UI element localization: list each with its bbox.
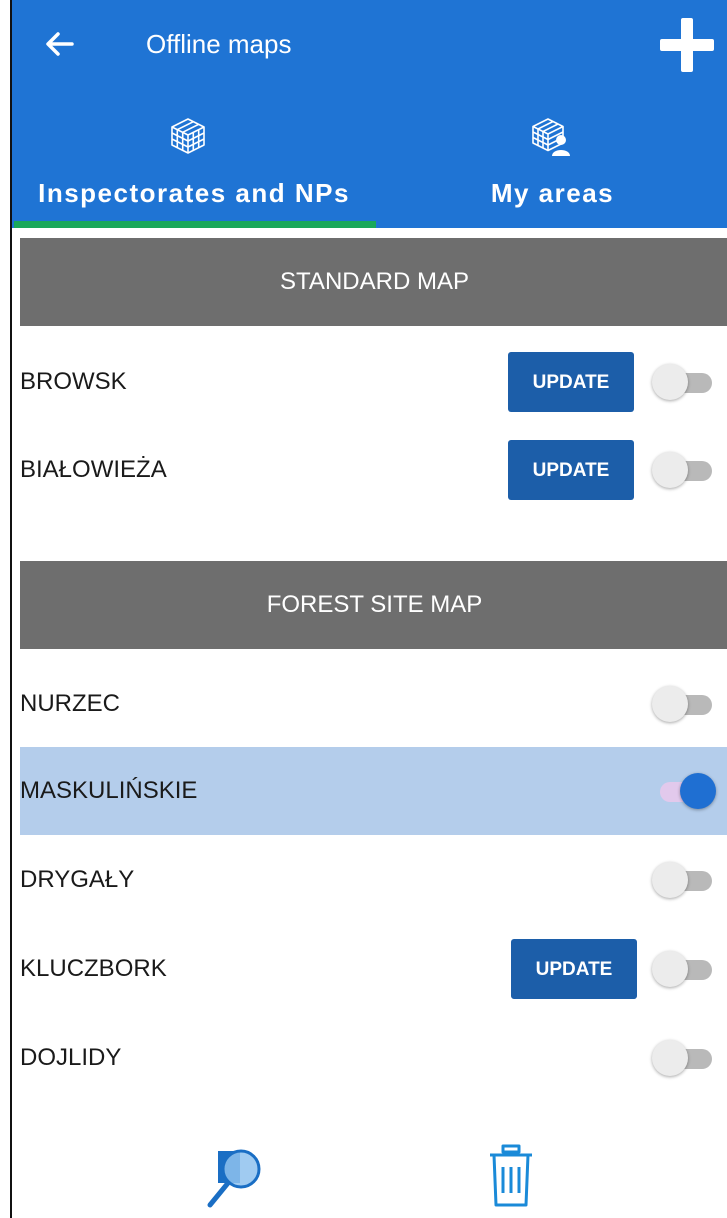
map-toggle[interactable] [652, 1040, 716, 1076]
update-button[interactable]: UPDATE [508, 440, 634, 500]
section-header-forest: FOREST SITE MAP [20, 561, 727, 649]
tab-label: My areas [490, 178, 615, 208]
trash-icon[interactable] [486, 1143, 536, 1209]
section-header-standard: STANDARD MAP [20, 238, 727, 326]
screen: Offline maps Inspectorates and NPs My ar… [10, 0, 727, 1218]
map-name: MASKULIŃSKIE [20, 777, 198, 804]
app-bar: Offline maps Inspectorates and NPs My ar… [12, 0, 727, 228]
tab-indicator [14, 221, 376, 228]
cube-grid-icon [171, 118, 205, 154]
list-item: DRYGAŁY [20, 836, 727, 924]
map-toggle[interactable] [652, 686, 716, 722]
list-item: NURZEC [20, 660, 727, 748]
list-item: BROWSK UPDATE [20, 338, 727, 426]
tab-inspectorates[interactable]: Inspectorates and NPs [12, 100, 376, 228]
list-item: KLUCZBORK UPDATE [20, 925, 727, 1013]
map-name: KLUCZBORK [20, 955, 167, 982]
update-button[interactable]: UPDATE [511, 939, 637, 999]
map-name: NURZEC [20, 690, 120, 717]
list-item: DOJLIDY [20, 1014, 727, 1102]
list-item[interactable]: MASKULIŃSKIE [20, 747, 727, 835]
cube-grid-person-icon [532, 118, 570, 156]
list-item: BIAŁOWIEŻA UPDATE [20, 426, 727, 514]
map-toggle[interactable] [652, 452, 716, 488]
arrow-left-icon[interactable] [42, 26, 78, 62]
update-button[interactable]: UPDATE [508, 352, 634, 412]
map-toggle[interactable] [652, 364, 716, 400]
plus-icon[interactable] [656, 14, 718, 76]
map-search-icon[interactable] [206, 1145, 266, 1209]
map-name: BIAŁOWIEŻA [20, 456, 167, 483]
map-toggle[interactable] [652, 773, 716, 809]
map-name: DRYGAŁY [20, 866, 135, 893]
tab-my-areas[interactable]: My areas [376, 100, 727, 228]
tab-label: Inspectorates and NPs [38, 178, 350, 208]
map-toggle[interactable] [652, 951, 716, 987]
map-name: BROWSK [20, 368, 127, 395]
map-name: DOJLIDY [20, 1044, 122, 1071]
map-toggle[interactable] [652, 862, 716, 898]
page-title: Offline maps [146, 29, 292, 59]
